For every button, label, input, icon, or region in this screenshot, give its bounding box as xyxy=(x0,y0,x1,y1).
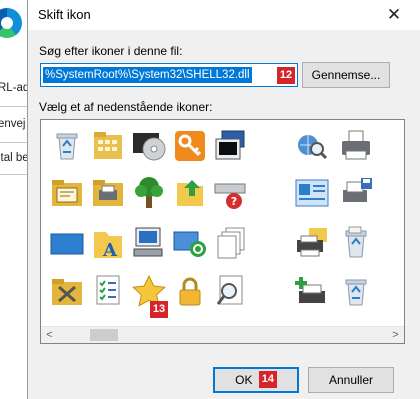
folder-printer-icon[interactable] xyxy=(89,174,127,212)
icons-label: Vælg et af nedenstående ikoner: xyxy=(39,100,213,114)
key-icon[interactable] xyxy=(171,127,209,165)
browser-logo-icon xyxy=(0,8,22,38)
recycle-bin-icon[interactable] xyxy=(337,273,375,311)
title-bar: Skift ikon ✕ xyxy=(28,0,420,30)
background-text-2: envej xyxy=(0,118,26,130)
printer-icon[interactable] xyxy=(337,127,375,165)
dialog-title: Skift ikon xyxy=(38,7,91,22)
sync-monitor-icon[interactable] xyxy=(171,224,209,262)
horizontal-scrollbar[interactable]: < > xyxy=(41,326,404,343)
tree-icon[interactable] xyxy=(130,174,168,212)
svg-text:A: A xyxy=(102,240,118,261)
annotation-marker: 12 xyxy=(277,67,295,84)
drive-question-icon[interactable]: ? xyxy=(212,174,250,212)
background-text-1: RL-ad xyxy=(0,82,30,94)
recycle-bin-full-icon[interactable] xyxy=(337,224,375,262)
control-panel-icon[interactable] xyxy=(293,174,331,212)
file-path-text: %SystemRoot%\System32\SHELL32.dll xyxy=(43,67,252,83)
background-text-3: ital be xyxy=(0,152,29,164)
icon-list[interactable]: ? A 13 < > xyxy=(40,119,405,344)
printer-folder-icon[interactable] xyxy=(293,224,331,262)
dvd-drive-icon[interactable] xyxy=(130,127,168,165)
printer-plus-icon[interactable] xyxy=(293,273,331,311)
change-icon-dialog: Skift ikon ✕ Søg efter ikoner i denne fi… xyxy=(27,0,420,399)
svg-text:?: ? xyxy=(231,195,237,208)
magnifier-document-icon[interactable] xyxy=(212,273,250,311)
annotation-marker: 13 xyxy=(150,301,168,318)
blue-screen-icon[interactable] xyxy=(48,224,86,262)
folder-grid-icon[interactable] xyxy=(89,127,127,165)
folder-tools-icon[interactable] xyxy=(48,273,86,311)
folder-up-arrow-icon[interactable] xyxy=(171,174,209,212)
annotation-marker: 14 xyxy=(258,371,277,389)
checklist-icon[interactable] xyxy=(89,273,127,311)
computer-icon[interactable] xyxy=(130,224,168,262)
scroll-left-icon[interactable]: < xyxy=(41,327,58,343)
search-label: Søg efter ikoner i denne fil: xyxy=(39,44,183,58)
network-search-icon[interactable] xyxy=(293,127,331,165)
ok-label: OK xyxy=(235,373,253,387)
browse-button[interactable]: Gennemse... xyxy=(302,62,390,88)
folder-font-icon[interactable]: A xyxy=(89,224,127,262)
cancel-button[interactable]: Annuller xyxy=(308,367,394,393)
ok-button[interactable]: OK 14 xyxy=(213,367,299,393)
printer-floppy-icon[interactable] xyxy=(337,174,375,212)
padlock-icon[interactable] xyxy=(171,273,209,311)
close-icon[interactable]: ✕ xyxy=(382,3,406,27)
scrollbar-thumb[interactable] xyxy=(90,329,118,341)
folder-cards-icon[interactable] xyxy=(48,174,86,212)
recycle-bin-empty-icon[interactable] xyxy=(48,127,86,165)
file-path-input[interactable]: %SystemRoot%\System32\SHELL32.dll 12 xyxy=(40,63,298,87)
scroll-right-icon[interactable]: > xyxy=(387,327,404,343)
monitor-window-icon[interactable] xyxy=(212,127,250,165)
documents-stack-icon[interactable] xyxy=(212,224,250,262)
